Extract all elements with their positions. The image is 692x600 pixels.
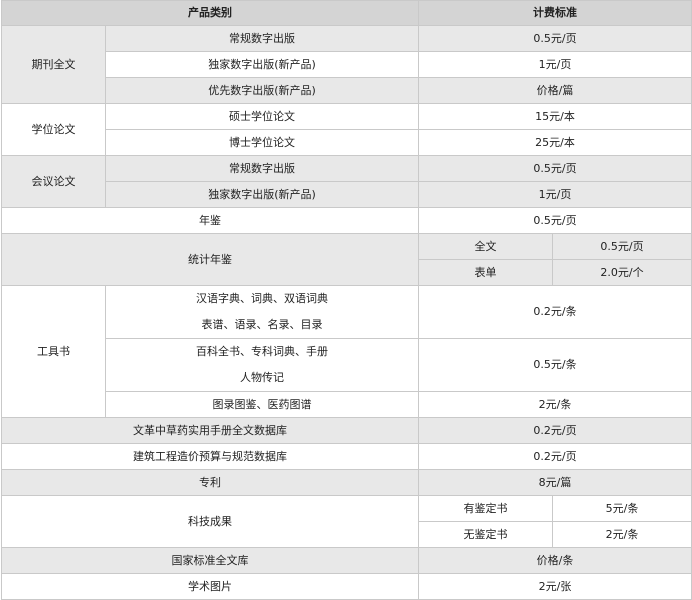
- table-row: 工具书 汉语字典、词典、双语词典 表谱、语录、名录、目录 0.2元/条: [1, 285, 692, 418]
- row-patent-label: 专利: [1, 469, 419, 496]
- header-row: 产品类别 计费标准: [1, 0, 692, 26]
- sub-name: 全文: [418, 233, 553, 260]
- group-conference-label: 会议论文: [1, 155, 106, 208]
- row-name: 汉语字典、词典、双语词典 表谱、语录、名录、目录: [105, 285, 419, 339]
- table-row: 专利 8元/篇: [1, 469, 692, 496]
- row-price: 15元/本: [418, 103, 692, 130]
- row-price: 价格/条: [418, 547, 692, 574]
- row-price: 2元/条: [418, 391, 692, 418]
- sub-price: 2元/条: [552, 521, 692, 548]
- row-price: 25元/本: [418, 129, 692, 156]
- group-reference-label: 工具书: [1, 285, 106, 418]
- row-stat-yearbook-label: 统计年鉴: [1, 233, 419, 286]
- table-row: 文革中草药实用手册全文数据库 0.2元/页: [1, 417, 692, 444]
- sub-name: 表单: [418, 259, 553, 286]
- row-price: 8元/篇: [418, 469, 692, 496]
- header-pricing: 计费标准: [418, 0, 692, 26]
- table-row: 期刊全文 常规数字出版 0.5元/页: [1, 25, 692, 104]
- table-row: 独家数字出版(新产品) 1元/页: [2, 181, 692, 208]
- group-thesis-label: 学位论文: [1, 103, 106, 156]
- row-price: 0.5元/条: [418, 338, 692, 392]
- sub-price: 0.5元/页: [552, 233, 692, 260]
- table-row: 国家标准全文库 价格/条: [1, 547, 692, 574]
- table-row: 学术图片 2元/张: [1, 573, 692, 600]
- row-price: 0.2元/页: [418, 417, 692, 444]
- row-name: 常规数字出版: [105, 25, 419, 52]
- row-academic-images-label: 学术图片: [1, 573, 419, 600]
- row-herbal-db-label: 文革中草药实用手册全文数据库: [1, 417, 419, 444]
- group-journal-label: 期刊全文: [1, 25, 106, 104]
- row-price: 1元/页: [418, 181, 692, 208]
- table-row: 博士学位论文 25元/本: [2, 129, 692, 156]
- table-row: 建筑工程造价预算与规范数据库 0.2元/页: [1, 443, 692, 470]
- row-price: 2元/张: [418, 573, 692, 600]
- table-row: 优先数字出版(新产品) 价格/篇: [2, 77, 692, 104]
- table-row: 学位论文 硕士学位论文 15元/本: [1, 103, 692, 156]
- row-name: 博士学位论文: [105, 129, 419, 156]
- row-construction-db-label: 建筑工程造价预算与规范数据库: [1, 443, 419, 470]
- row-price: 0.2元/页: [418, 443, 692, 470]
- row-name-line: 百科全书、专科词典、手册: [196, 345, 328, 358]
- row-price: 1元/页: [418, 51, 692, 78]
- row-standards-db-label: 国家标准全文库: [1, 547, 419, 574]
- row-name-line: 汉语字典、词典、双语词典: [196, 292, 328, 305]
- sub-price: 5元/条: [552, 495, 692, 522]
- row-name-line: 人物传记: [240, 371, 284, 384]
- row-name: 百科全书、专科词典、手册 人物传记: [105, 338, 419, 392]
- sub-name: 无鉴定书: [418, 521, 553, 548]
- row-price: 价格/篇: [418, 77, 692, 104]
- row-price: 0.5元/页: [418, 25, 692, 52]
- row-name: 常规数字出版: [105, 155, 419, 182]
- row-name: 独家数字出版(新产品): [105, 51, 419, 78]
- row-price: 0.2元/条: [418, 285, 692, 339]
- table-row: 图录图鉴、医药图谱 2元/条: [2, 391, 692, 418]
- table-row: 会议论文 常规数字出版 0.5元/页: [1, 155, 692, 208]
- row-tech-achievements-label: 科技成果: [1, 495, 419, 548]
- table-row: 统计年鉴 全文 0.5元/页: [1, 233, 692, 286]
- row-name-line: 表谱、语录、名录、目录: [201, 318, 323, 331]
- row-name: 硕士学位论文: [105, 103, 419, 130]
- row-price: 0.5元/页: [418, 155, 692, 182]
- table-row: 科技成果 有鉴定书 5元/条: [1, 495, 692, 548]
- row-name: 图录图鉴、医药图谱: [105, 391, 419, 418]
- table-row: 百科全书、专科词典、手册 人物传记 0.5元/条: [2, 338, 692, 392]
- sub-price: 2.0元/个: [552, 259, 692, 286]
- table-row: 年鉴 0.5元/页: [1, 207, 692, 234]
- pricing-table: 产品类别 计费标准 期刊全文 常规数字出版 0.5元/页 独家数字出版(新产品)…: [1, 0, 692, 600]
- header-category: 产品类别: [1, 0, 419, 26]
- row-price: 0.5元/页: [418, 207, 692, 234]
- row-yearbook-label: 年鉴: [1, 207, 419, 234]
- row-name: 优先数字出版(新产品): [105, 77, 419, 104]
- table-row: 独家数字出版(新产品) 1元/页: [2, 51, 692, 78]
- row-name: 独家数字出版(新产品): [105, 181, 419, 208]
- sub-name: 有鉴定书: [418, 495, 553, 522]
